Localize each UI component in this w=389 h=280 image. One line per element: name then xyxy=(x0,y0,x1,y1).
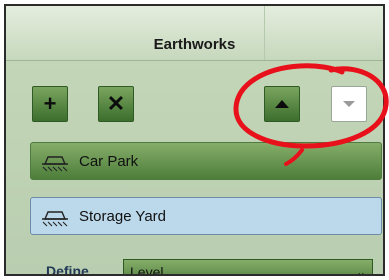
list-item-storage-yard[interactable]: Storage Yard xyxy=(30,197,382,235)
define-select[interactable]: Level ⌄ xyxy=(123,259,373,276)
move-up-button[interactable] xyxy=(264,86,300,122)
earthwork-icon xyxy=(42,211,68,227)
list-item-label: Storage Yard xyxy=(79,207,167,225)
delete-icon: ✕ xyxy=(106,91,126,116)
add-icon: + xyxy=(43,91,57,116)
triangle-down-icon xyxy=(343,101,355,107)
earthwork-icon xyxy=(42,156,68,172)
delete-button[interactable]: ✕ xyxy=(98,86,134,122)
add-button[interactable]: + xyxy=(32,86,68,122)
triangle-up-icon xyxy=(275,100,289,108)
list-item-car-park[interactable]: Car Park xyxy=(30,142,382,180)
define-label: Define xyxy=(46,263,89,276)
dropdown-button[interactable] xyxy=(331,86,367,122)
chevron-down-icon: ⌄ xyxy=(355,265,366,276)
panel-title: Earthworks xyxy=(153,36,236,53)
list-item-label: Car Park xyxy=(79,152,139,170)
define-select-value: Level xyxy=(130,264,164,276)
earthworks-window: Earthworks + ✕ Car Park Storage Yard Def… xyxy=(4,4,385,276)
header-bar: Earthworks xyxy=(6,6,383,61)
